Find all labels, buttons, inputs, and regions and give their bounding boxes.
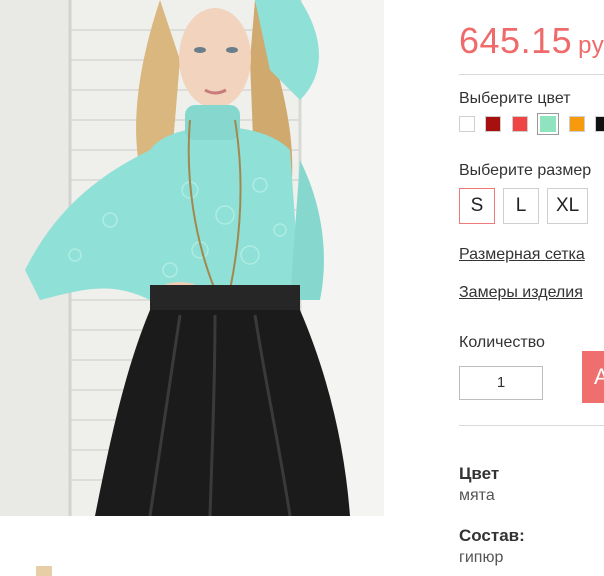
thumbnail-illustration: [0, 562, 52, 576]
quantity-input[interactable]: 1: [459, 366, 543, 400]
spec-color-title: Цвет: [459, 464, 500, 483]
price-currency: руб: [578, 32, 604, 59]
color-picker-label: Выберите цвет: [459, 90, 571, 107]
swatch-orange[interactable]: [568, 116, 585, 132]
product-photo-illustration: [0, 0, 384, 516]
product-price: 645.15руб: [459, 20, 604, 62]
spec-color-value: мята: [459, 487, 495, 504]
quantity-label: Количество: [459, 334, 545, 351]
size-button-s[interactable]: S: [459, 188, 495, 224]
thumbnail-image[interactable]: [0, 562, 52, 576]
size-picker-label: Выберите размер: [459, 162, 592, 179]
size-button-l[interactable]: L: [503, 188, 539, 224]
swatch-red[interactable]: [511, 116, 528, 132]
divider: [459, 74, 604, 75]
spec-composition-title: Состав:: [459, 526, 525, 545]
size-chart-link[interactable]: Размерная сетка: [459, 246, 585, 264]
swatch-black[interactable]: [595, 116, 604, 132]
price-value: 645.15: [459, 20, 573, 61]
divider: [459, 425, 604, 426]
spec-composition-value: гипюр: [459, 549, 504, 566]
add-to-cart-button[interactable]: A: [582, 351, 604, 403]
size-options: S L XL: [459, 188, 596, 224]
product-photo[interactable]: [0, 0, 384, 516]
swatch-dark-red[interactable]: [485, 116, 502, 132]
measurements-link[interactable]: Замеры изделия: [459, 284, 583, 302]
swatch-white[interactable]: [459, 116, 475, 132]
swatch-mint[interactable]: [537, 113, 560, 135]
size-button-xl[interactable]: XL: [547, 188, 589, 224]
color-swatches: [459, 113, 604, 136]
